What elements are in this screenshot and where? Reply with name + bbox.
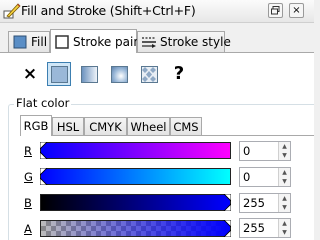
tab-fill[interactable]: Fill <box>8 31 50 53</box>
alpha-decrement-icon[interactable]: ▼ <box>278 228 290 237</box>
green-slider-thumb[interactable] <box>40 168 49 185</box>
tab-stroke-style[interactable]: Stroke style <box>137 31 231 53</box>
no-paint-icon: × <box>22 63 38 84</box>
tab-stroke-paint[interactable]: Stroke paint <box>50 29 146 53</box>
fill-stroke-app-icon <box>3 3 21 19</box>
tab-cmyk-label: CMYK <box>89 119 122 134</box>
channel-g-label: G <box>24 170 33 184</box>
channel-b-label: B <box>24 196 32 210</box>
flat-color-label: Flat color <box>14 96 72 110</box>
blue-increment-icon[interactable]: ▲ <box>278 194 290 203</box>
tab-cms-label: CMS <box>173 119 199 134</box>
blue-slider-thumb[interactable] <box>222 194 231 211</box>
tab-rgb[interactable]: RGB <box>20 115 52 136</box>
linear-gradient-icon <box>80 65 98 83</box>
stroke-style-icon <box>142 37 156 48</box>
unset-paint-button[interactable]: ? <box>167 62 191 86</box>
green-spinbutton[interactable]: 0 ▲ ▼ <box>239 167 291 187</box>
blue-spinbutton[interactable]: 255 ▲ ▼ <box>239 193 291 213</box>
red-decrement-icon[interactable]: ▼ <box>278 151 290 160</box>
dock-restore-button[interactable] <box>268 3 283 18</box>
alpha-increment-icon[interactable]: ▲ <box>278 219 290 228</box>
tab-cmyk[interactable]: CMYK <box>84 117 127 136</box>
red-slider-thumb[interactable] <box>40 142 49 159</box>
tab-cms[interactable]: CMS <box>170 117 202 136</box>
stroke-paint-icon <box>55 34 69 49</box>
unset-paint-icon: ? <box>173 63 185 84</box>
flat-color-icon <box>50 65 68 83</box>
alpha-value: 255 <box>243 221 265 235</box>
window-title: Fill and Stroke (Shift+Ctrl+F) <box>21 3 196 18</box>
tab-rgb-label: RGB <box>23 119 49 133</box>
green-decrement-icon[interactable]: ▼ <box>278 177 290 186</box>
blue-value: 255 <box>243 196 265 210</box>
red-slider[interactable] <box>40 142 231 159</box>
channel-r-label: R <box>24 144 32 158</box>
green-increment-icon[interactable]: ▲ <box>278 168 290 177</box>
close-icon: × <box>292 4 301 16</box>
blue-slider[interactable] <box>40 194 231 211</box>
green-value: 0 <box>243 170 251 184</box>
close-button[interactable]: × <box>289 3 304 18</box>
tab-hsl[interactable]: HSL <box>52 117 84 136</box>
tab-wheel-label: Wheel <box>130 119 167 134</box>
green-slider[interactable] <box>40 168 231 185</box>
fill-and-stroke-dialog: Fill and Stroke (Shift+Ctrl+F) × Fill St… <box>0 0 314 240</box>
no-paint-button[interactable]: × <box>18 62 42 86</box>
tab-wheel[interactable]: Wheel <box>127 117 170 136</box>
blue-decrement-icon[interactable]: ▼ <box>278 203 290 212</box>
radial-gradient-icon <box>110 65 128 83</box>
red-increment-icon[interactable]: ▲ <box>278 142 290 151</box>
channel-a-label: A <box>24 222 32 236</box>
restore-icon <box>271 6 280 15</box>
radial-gradient-button[interactable] <box>107 62 131 86</box>
pattern-button[interactable] <box>137 62 161 86</box>
red-value: 0 <box>243 144 251 158</box>
tab-fill-label: Fill <box>31 35 48 49</box>
linear-gradient-button[interactable] <box>77 62 101 86</box>
alpha-slider[interactable] <box>40 220 231 237</box>
red-spinbutton[interactable]: 0 ▲ ▼ <box>239 141 291 161</box>
flat-color-button[interactable] <box>47 62 71 86</box>
tab-hsl-label: HSL <box>56 119 80 134</box>
title-bar: Fill and Stroke (Shift+Ctrl+F) × <box>0 0 314 23</box>
alpha-spinbutton[interactable]: 255 ▲ ▼ <box>239 218 291 238</box>
alpha-slider-thumb[interactable] <box>222 220 231 237</box>
pattern-icon <box>140 65 158 83</box>
tab-stroke-paint-label: Stroke paint <box>73 34 146 49</box>
fill-icon <box>13 35 27 49</box>
tab-stroke-style-label: Stroke style <box>160 35 231 49</box>
